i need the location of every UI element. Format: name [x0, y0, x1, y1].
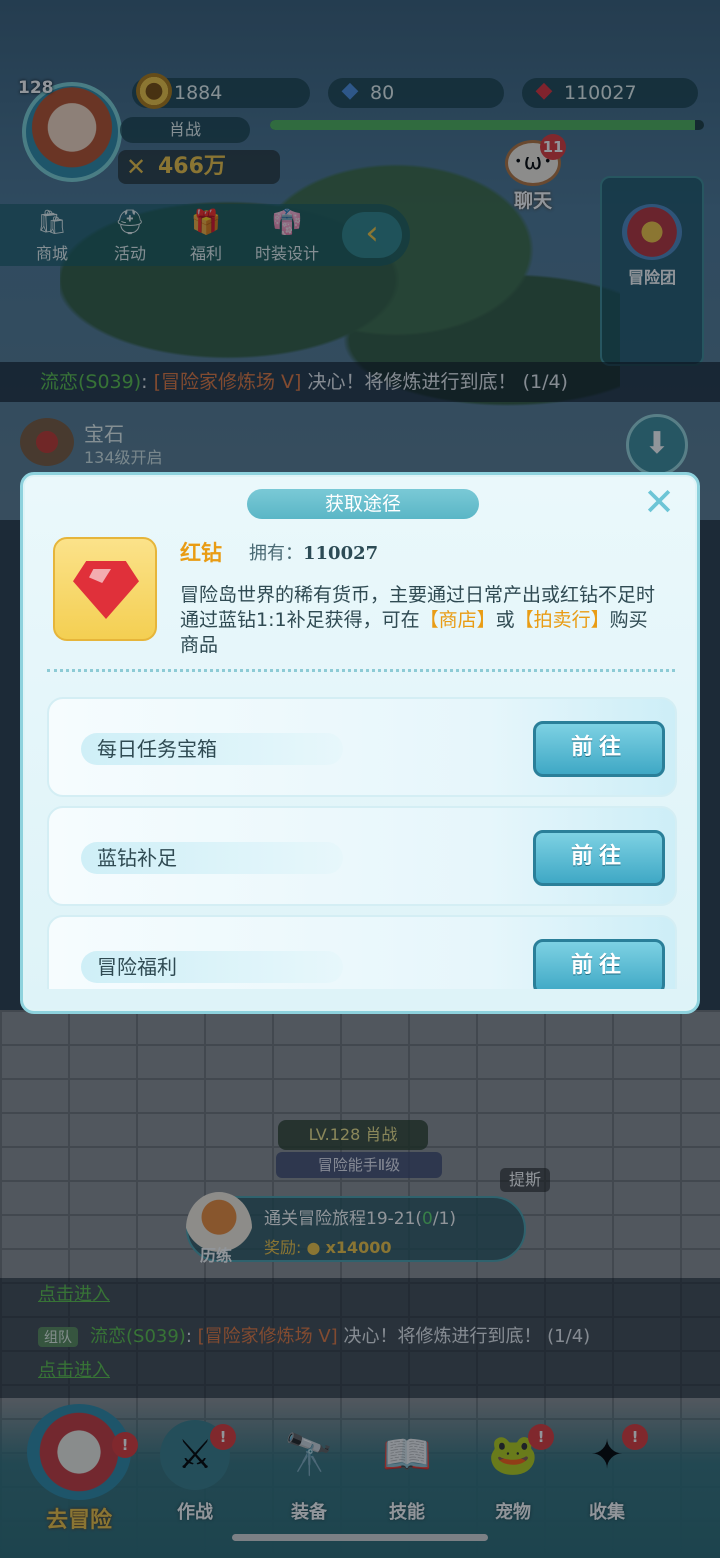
- shop-link: 【商店】: [419, 609, 496, 631]
- route-list[interactable]: 每日任务宝箱 前往 蓝钻补足 前往 冒险福利 前往: [47, 697, 677, 989]
- route-label: 冒险福利: [81, 951, 343, 983]
- route-label: 蓝钻补足: [81, 842, 343, 874]
- route-row: 蓝钻补足 前往: [47, 806, 677, 906]
- route-label: 每日任务宝箱: [81, 733, 343, 765]
- owned-value: 110027: [303, 543, 379, 564]
- item-description: 冒险岛世界的稀有货币，主要通过日常产出或红钻不足时通过蓝钻1:1补足获得，可在【…: [180, 583, 660, 658]
- red-diamond-item-icon: [53, 537, 157, 641]
- go-button[interactable]: 前往: [533, 830, 665, 886]
- divider: [47, 669, 675, 672]
- auction-link: 【拍卖行】: [514, 609, 610, 631]
- go-button[interactable]: 前往: [533, 721, 665, 777]
- owned-count: 拥有：110027: [249, 539, 378, 565]
- route-row: 每日任务宝箱 前往: [47, 697, 677, 797]
- item-name: 红钻: [180, 541, 222, 565]
- owned-label: 拥有：: [249, 543, 303, 564]
- route-row: 冒险福利 前往: [47, 915, 677, 989]
- close-icon[interactable]: ✕: [641, 483, 677, 521]
- dialog-title: 获取途径: [247, 489, 479, 519]
- acquire-route-dialog: 获取途径 ✕ 红钻 拥有：110027 冒险岛世界的稀有货币，主要通过日常产出或…: [20, 472, 700, 1014]
- go-button[interactable]: 前往: [533, 939, 665, 989]
- desc-text: 或: [495, 609, 515, 631]
